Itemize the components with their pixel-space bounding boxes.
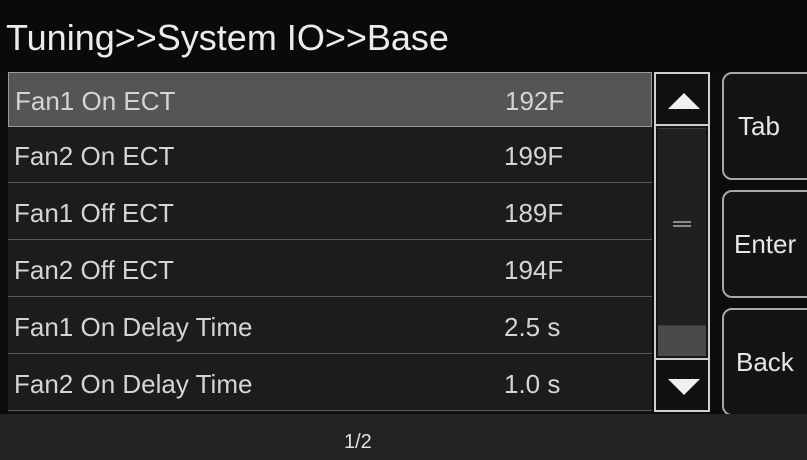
- list-scrollbar[interactable]: [654, 72, 710, 412]
- triangle-up-icon: [668, 93, 700, 109]
- list-item[interactable]: Fan2 On ECT 199F: [8, 128, 652, 183]
- scroll-track-lower[interactable]: [658, 326, 706, 356]
- triangle-down-icon: [668, 379, 700, 395]
- parameter-list: Fan1 On ECT 192F Fan2 On ECT 199F Fan1 O…: [8, 72, 652, 412]
- list-item-value: 1.0 s: [504, 369, 561, 399]
- list-item-value: 192F: [505, 86, 565, 116]
- list-item-label: Fan2 On ECT: [14, 141, 175, 171]
- list-item-value: 2.5 s: [504, 312, 561, 342]
- list-item-label: Fan1 On Delay Time: [14, 312, 253, 342]
- scroll-up-button[interactable]: [654, 72, 710, 126]
- enter-button[interactable]: Enter: [722, 190, 807, 298]
- tab-button[interactable]: Tab: [722, 72, 807, 180]
- back-button[interactable]: Back: [722, 308, 807, 416]
- scroll-down-button[interactable]: [654, 358, 710, 412]
- enter-button-label: Enter: [734, 229, 797, 259]
- page-title: Tuning>>System IO>>Base: [6, 17, 449, 58]
- list-item[interactable]: Fan1 On ECT 192F: [8, 72, 652, 127]
- list-item-label: Fan1 Off ECT: [14, 198, 174, 228]
- list-item[interactable]: Fan1 Off ECT 189F: [8, 185, 652, 240]
- page-indicator: 1/2: [344, 431, 372, 453]
- tab-button-label: Tab: [738, 111, 780, 141]
- list-item-label: Fan1 On ECT: [15, 86, 176, 116]
- grip-icon: [673, 221, 691, 227]
- scroll-track[interactable]: [654, 126, 710, 358]
- scroll-thumb[interactable]: [658, 128, 706, 326]
- list-item[interactable]: Fan2 Off ECT 194F: [8, 242, 652, 297]
- list-item[interactable]: Fan2 On Delay Time 1.0 s: [8, 356, 652, 411]
- list-item-value: 194F: [504, 255, 564, 285]
- title-bar: Tuning>>System IO>>Base: [0, 0, 807, 70]
- list-item-value: 189F: [504, 198, 564, 228]
- list-item-label: Fan2 On Delay Time: [14, 369, 253, 399]
- list-item-label: Fan2 Off ECT: [14, 255, 174, 285]
- footer-bar: 1/2: [0, 414, 807, 460]
- list-item[interactable]: Fan1 On Delay Time 2.5 s: [8, 299, 652, 354]
- back-button-label: Back: [736, 347, 794, 377]
- list-item-value: 199F: [504, 141, 564, 171]
